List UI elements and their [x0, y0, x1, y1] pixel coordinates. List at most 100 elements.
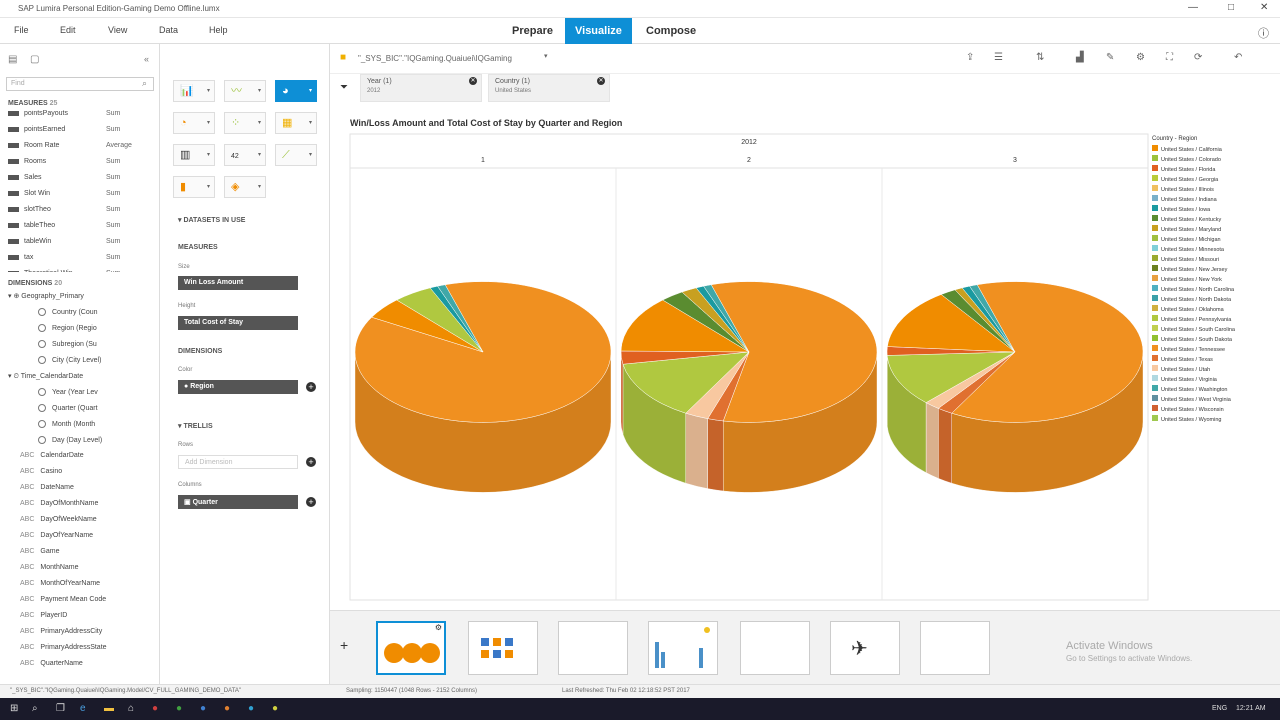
dataset-name[interactable]: "_SYS_BIC"."IQGaming.Quaiuei\IQGaming [358, 54, 512, 63]
measure-item[interactable]: tableWin Sum [8, 238, 158, 252]
collapse-panel-icon[interactable]: « [144, 54, 149, 64]
help-icon[interactable]: ⓘ [1258, 25, 1269, 41]
trend-chart-button[interactable]: ⟋ ▾ [275, 144, 317, 166]
geo-level-item[interactable]: City (City Level) [38, 356, 101, 370]
measure-item[interactable]: Theoretical WinSum [8, 270, 158, 272]
waterfall-chart-button[interactable]: ▮ ▾ [173, 176, 215, 198]
thumbnail-column-chart[interactable] [648, 621, 718, 675]
datasets-in-use-header[interactable]: ▾ DATASETS IN USE [178, 216, 245, 224]
dimension-item[interactable]: ABC Casino [20, 468, 62, 482]
geo-level-item[interactable]: Region (Regio [38, 324, 97, 338]
maximize-button[interactable]: □ [1228, 2, 1234, 13]
custom-chart-button[interactable]: ◈ ▾ [224, 176, 266, 198]
time-level-item[interactable]: Day (Day Level) [38, 436, 102, 450]
tab-compose[interactable]: Compose [636, 18, 706, 44]
measure-item[interactable]: tax Sum [8, 254, 158, 268]
time-level-item[interactable]: Month (Month [38, 420, 95, 434]
thumbnail-pie-chart[interactable]: ⚙ [376, 621, 446, 675]
filter-icon[interactable]: ⏷ [340, 82, 348, 93]
menu-edit[interactable]: Edit [60, 25, 76, 35]
share-icon[interactable]: ⇪ [966, 52, 974, 63]
time-level-item[interactable]: Year (Year Lev [38, 388, 98, 402]
edge-icon[interactable]: e [80, 703, 86, 714]
thumbnail-blank-1[interactable] [558, 621, 628, 675]
hierarchy-time[interactable]: ▾ ⏲ Time_CalendarDate [8, 372, 83, 386]
hierarchy-geography[interactable]: ▾ ⊕ Geography_Primary [8, 292, 84, 306]
windows-start-icon[interactable]: ⊞ [10, 703, 18, 714]
dimension-item[interactable]: ABC Game [20, 548, 59, 562]
pie-chart-button[interactable]: ◕ ▾ [275, 80, 317, 102]
numeric-point-button[interactable]: 42 ▾ [224, 144, 266, 166]
remove-filter-icon[interactable]: ✕ [469, 77, 477, 85]
app-icon[interactable]: ● [248, 703, 254, 714]
size-field[interactable]: Win Loss Amount [178, 276, 298, 290]
menu-data[interactable]: Data [159, 25, 178, 35]
dimension-item[interactable]: ABC DateName [20, 484, 74, 498]
add-rows-button[interactable]: + [306, 457, 316, 467]
close-button[interactable]: ✕ [1260, 2, 1268, 13]
tab-visualize[interactable]: Visualize [565, 18, 632, 44]
dimension-item[interactable]: ABC MonthName [20, 564, 79, 578]
thumbnail-calendar-chart[interactable] [740, 621, 810, 675]
minimize-button[interactable]: — [1188, 2, 1198, 13]
rows-field[interactable]: Add Dimension [178, 455, 298, 469]
menu-file[interactable]: File [14, 25, 29, 35]
map-chart-button[interactable]: ▦ ▾ [275, 112, 317, 134]
refresh-icon[interactable]: ⟳ [1194, 52, 1202, 63]
rank-icon[interactable]: ⇅ [1036, 52, 1044, 63]
time-level-item[interactable]: Quarter (Quart [38, 404, 98, 418]
app-icon[interactable]: ● [272, 703, 278, 714]
pie-chart-type-button[interactable]: ◔ ▾ [173, 112, 215, 134]
sort-icon[interactable]: ☰ [994, 52, 1003, 63]
geo-level-item[interactable]: Subregion (Su [38, 340, 97, 354]
file-explorer-icon[interactable]: ▬ [104, 703, 114, 714]
measure-item[interactable]: Slot Win Sum [8, 190, 158, 204]
thumbnail-blank-2[interactable] [920, 621, 990, 675]
menu-help[interactable]: Help [209, 25, 228, 35]
app-icon[interactable]: ● [176, 703, 182, 714]
add-chart-icon[interactable]: + [340, 637, 348, 653]
measure-item[interactable]: Rooms Sum [8, 158, 158, 172]
dimension-item[interactable]: ABC PrimaryAddressState [20, 644, 107, 658]
geo-level-item[interactable]: Country (Coun [38, 308, 98, 322]
find-input[interactable]: Find [6, 77, 154, 91]
thumbnail-map-chart[interactable]: ✈ [830, 621, 900, 675]
menu-view[interactable]: View [108, 25, 127, 35]
undo-icon[interactable]: ↶ [1234, 52, 1242, 63]
chart-options-icon[interactable]: ▟ [1076, 52, 1084, 63]
filter-country[interactable]: Country (1) United States ✕ [488, 74, 610, 102]
remove-filter-icon[interactable]: ✕ [597, 77, 605, 85]
dimension-item[interactable]: ABC PrimaryAddressCity [20, 628, 102, 642]
chevron-down-icon[interactable]: ▾ [544, 52, 548, 60]
measure-item[interactable]: tableTheo Sum [8, 222, 158, 236]
measure-item[interactable]: Room Rate Average [8, 142, 158, 156]
scatter-chart-button[interactable]: ⁘ ▾ [224, 112, 266, 134]
dimension-item[interactable]: ABC Payment Mean Code [20, 596, 106, 610]
dimension-item[interactable]: ABC CalendarDate [20, 452, 84, 466]
table-chart-button[interactable]: ▥ ▾ [173, 144, 215, 166]
line-chart-button[interactable]: 〰 ▾ [224, 80, 266, 102]
dimension-item[interactable]: ABC DayOfYearName [20, 532, 93, 546]
color-field[interactable]: ● Region [178, 380, 298, 394]
app-icon[interactable]: ● [200, 703, 206, 714]
dimension-item[interactable]: ABC QuarterName [20, 660, 83, 674]
list-view-icon[interactable]: ▤ [8, 54, 17, 65]
gear-icon[interactable]: ⚙ [435, 623, 442, 632]
trellis-header[interactable]: ▾ TRELLIS [178, 422, 213, 430]
filter-year[interactable]: Year (1) 2012 ✕ [360, 74, 482, 102]
search-icon[interactable]: ⌕ [32, 703, 38, 714]
tree-view-icon[interactable]: ▢ [30, 54, 39, 65]
measure-item[interactable]: pointsEarned Sum [8, 126, 158, 140]
measure-item[interactable]: Sales Sum [8, 174, 158, 188]
gear-icon[interactable]: ⚙ [1136, 52, 1145, 63]
measure-item[interactable]: slotTheo Sum [8, 206, 158, 220]
tab-prepare[interactable]: Prepare [502, 18, 563, 44]
columns-field[interactable]: ▣ Quarter [178, 495, 298, 509]
add-color-button[interactable]: + [306, 382, 316, 392]
bar-chart-button[interactable]: 📊 ▾ [173, 80, 215, 102]
edit-chart-icon[interactable]: ✎ [1106, 52, 1114, 63]
dimension-item[interactable]: ABC PlayerID [20, 612, 67, 626]
app-icon[interactable]: ● [152, 703, 158, 714]
height-field[interactable]: Total Cost of Stay [178, 316, 298, 330]
measure-item[interactable]: pointsPayouts Sum [8, 110, 158, 124]
